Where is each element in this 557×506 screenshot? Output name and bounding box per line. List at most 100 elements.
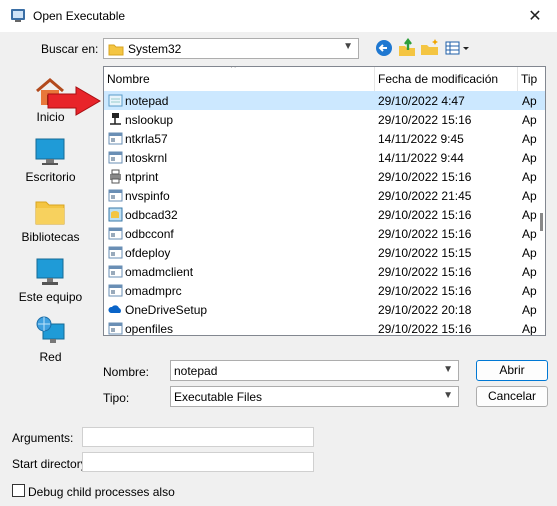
place-label: Escritorio (25, 170, 76, 184)
filename-combo[interactable]: notepad ▼ (170, 360, 459, 381)
cancel-button[interactable]: Cancelar (476, 386, 548, 407)
file-date: 29/10/2022 15:16 (378, 284, 472, 298)
file-name: omadmclient (125, 265, 194, 279)
place-this-pc[interactable]: Este equipo (13, 256, 88, 306)
close-button[interactable]: ✕ (513, 0, 557, 32)
file-name: ntkrla57 (125, 132, 168, 146)
file-row[interactable]: omadmprc 29/10/2022 15:16 Ap (104, 281, 545, 300)
file-type: Ap (522, 265, 537, 279)
arguments-input[interactable] (82, 427, 314, 447)
file-row[interactable]: OneDriveSetup 29/10/2022 20:18 Ap (104, 300, 545, 319)
file-name: ntprint (125, 170, 159, 184)
file-name: odbcconf (125, 227, 174, 241)
file-type: Ap (522, 246, 537, 260)
column-header-name[interactable]: Nombre (104, 67, 375, 91)
open-button[interactable]: Abrir (476, 360, 548, 381)
app-icon (10, 7, 26, 23)
view-menu-button[interactable] (444, 38, 472, 58)
application-icon (108, 321, 123, 335)
file-name: OneDriveSetup (125, 303, 208, 317)
scrollbar-thumb[interactable] (540, 213, 543, 231)
file-type: Ap (522, 132, 537, 146)
title-bar: Open Executable ✕ (0, 0, 557, 32)
file-date: 29/10/2022 15:16 (378, 265, 472, 279)
place-label: Red (39, 350, 62, 364)
file-row[interactable]: openfiles 29/10/2022 15:16 Ap (104, 319, 545, 336)
application-icon (108, 131, 123, 146)
chevron-down-icon: ▼ (343, 41, 353, 52)
place-desktop[interactable]: Escritorio (13, 136, 88, 186)
file-rows: notepad 29/10/2022 4:47 Ap nslookup 29/10/20… (104, 91, 545, 335)
file-name: openfiles (125, 322, 174, 336)
start-directory-label: Start directory: (12, 457, 91, 471)
application-icon (108, 169, 123, 184)
start-directory-input[interactable] (82, 452, 314, 472)
chevron-down-icon: ▼ (443, 390, 453, 401)
filename-value: notepad (174, 364, 218, 378)
file-row[interactable]: nvspinfo 29/10/2022 21:45 Ap (104, 186, 545, 205)
file-name: notepad (125, 94, 169, 108)
application-icon (108, 207, 123, 222)
file-row[interactable]: omadmclient 29/10/2022 15:16 Ap (104, 262, 545, 281)
filetype-combo[interactable]: Executable Files ▼ (170, 386, 459, 407)
application-icon (108, 112, 123, 127)
list-header: Nombre Fecha de modificación Tip ^ (104, 67, 545, 92)
file-list[interactable]: Nombre Fecha de modificación Tip ^ notep… (103, 66, 546, 336)
place-label: Este equipo (18, 290, 83, 304)
column-header-date[interactable]: Fecha de modificación (375, 67, 518, 91)
view-menu-icon (445, 41, 469, 55)
file-row[interactable]: ntoskrnl 14/11/2022 9:44 Ap (104, 148, 545, 167)
place-label: Bibliotecas (21, 230, 80, 244)
column-header-type[interactable]: Tip (518, 67, 545, 91)
file-date: 29/10/2022 20:18 (378, 303, 472, 317)
file-type: Ap (522, 151, 537, 165)
place-libraries[interactable]: Bibliotecas (13, 196, 88, 246)
new-folder-button[interactable] (420, 38, 440, 58)
file-type: Ap (522, 322, 537, 336)
file-type: Ap (522, 208, 537, 222)
back-button[interactable] (374, 38, 394, 58)
file-date: 29/10/2022 15:16 (378, 322, 472, 336)
file-name: omadmprc (125, 284, 182, 298)
look-in-combo[interactable]: System32 ▼ (103, 38, 359, 59)
file-type: Ap (522, 227, 537, 241)
application-icon (108, 245, 123, 260)
red-arrow-icon (47, 86, 101, 116)
chevron-down-icon: ▼ (443, 364, 453, 375)
file-date: 14/11/2022 9:45 (378, 132, 464, 146)
file-date: 29/10/2022 15:15 (378, 246, 472, 260)
application-icon (108, 226, 123, 241)
libraries-icon (35, 201, 65, 225)
debug-child-checkbox[interactable] (12, 484, 25, 497)
filetype-value: Executable Files (174, 390, 263, 404)
application-icon (108, 302, 123, 317)
file-date: 29/10/2022 15:16 (378, 113, 472, 127)
place-network[interactable]: Red (13, 316, 88, 366)
file-name: ofdeploy (125, 246, 171, 260)
file-row[interactable]: ntprint 29/10/2022 15:16 Ap (104, 167, 545, 186)
file-row[interactable]: ofdeploy 29/10/2022 15:15 Ap (104, 243, 545, 262)
file-type: Ap (522, 94, 537, 108)
file-date: 29/10/2022 15:16 (378, 170, 472, 184)
file-date: 14/11/2022 9:44 (378, 151, 464, 165)
file-row[interactable]: notepad 29/10/2022 4:47 Ap (104, 91, 545, 110)
file-date: 29/10/2022 21:45 (378, 189, 472, 203)
file-name: nvspinfo (125, 189, 170, 203)
look-in-label: Buscar en: (41, 42, 99, 56)
file-type: Ap (522, 113, 537, 127)
computer-icon (36, 258, 64, 285)
sort-ascending-icon: ^ (231, 66, 236, 74)
network-icon (36, 316, 65, 343)
file-row[interactable]: odbcad32 29/10/2022 15:16 Ap (104, 205, 545, 224)
close-icon: ✕ (528, 8, 542, 25)
file-type: Ap (522, 170, 537, 184)
file-row[interactable]: odbcconf 29/10/2022 15:16 Ap (104, 224, 545, 243)
up-folder-button[interactable] (397, 38, 417, 58)
file-type: Ap (522, 303, 537, 317)
application-icon (108, 93, 123, 108)
file-row[interactable]: ntkrla57 14/11/2022 9:45 Ap (104, 129, 545, 148)
application-icon (108, 283, 123, 298)
file-row[interactable]: nslookup 29/10/2022 15:16 Ap (104, 110, 545, 129)
folder-icon (108, 42, 124, 59)
file-date: 29/10/2022 4:47 (378, 94, 465, 108)
